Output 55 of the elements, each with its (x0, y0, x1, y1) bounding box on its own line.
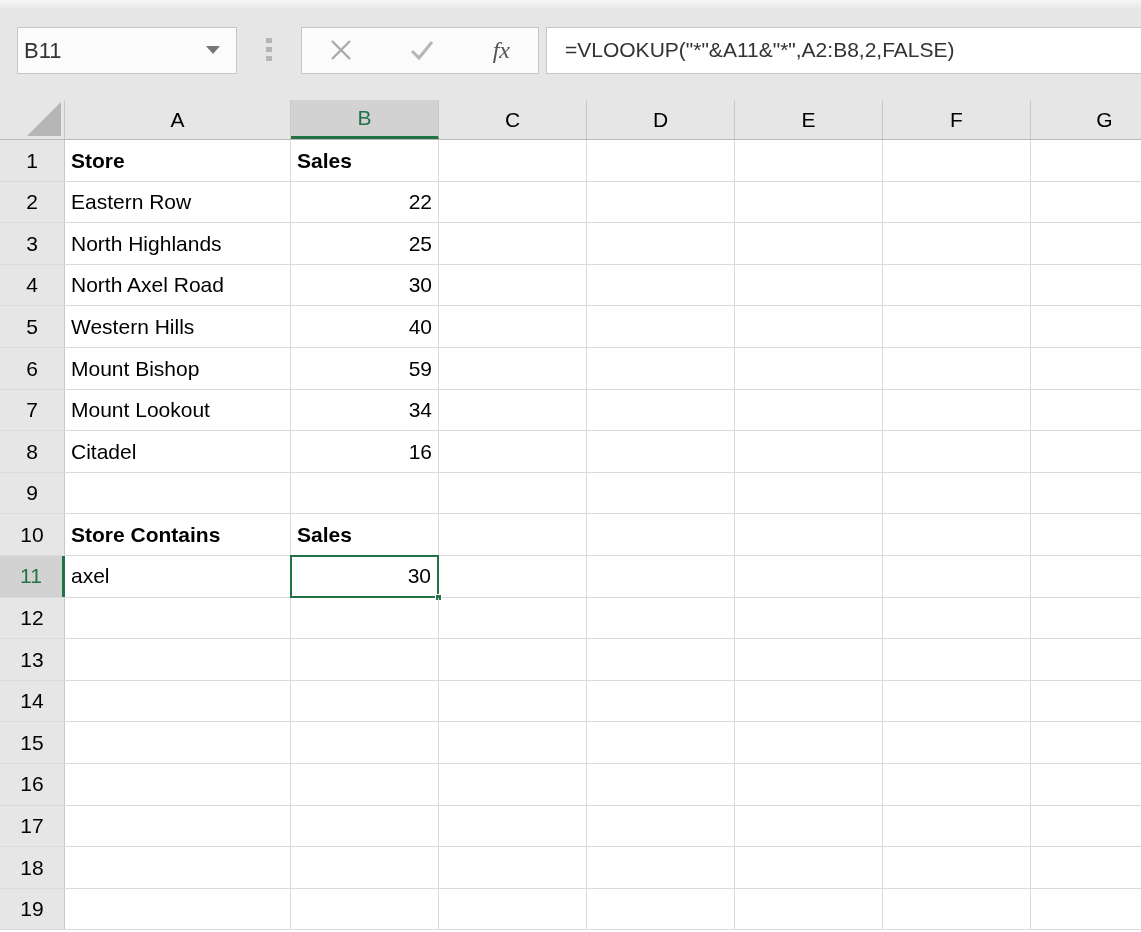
table-cell-text: axel (70, 563, 111, 590)
row-header[interactable]: 9 (0, 472, 65, 514)
fill-handle[interactable] (435, 593, 442, 601)
close-icon[interactable] (330, 39, 352, 61)
table-cell-text: Sales (296, 521, 353, 548)
row-header[interactable]: 4 (0, 264, 65, 306)
row-header[interactable]: 18 (0, 847, 65, 888)
row-header[interactable]: 13 (0, 639, 65, 680)
drag-handle-icon[interactable] (266, 38, 272, 62)
row-header[interactable]: 15 (0, 722, 65, 763)
table-cell-text: Western Hills (70, 313, 196, 340)
column-header[interactable]: E (735, 100, 883, 139)
column-header[interactable]: G (1031, 100, 1141, 139)
select-all-button[interactable] (27, 102, 61, 136)
row-header[interactable]: 7 (0, 389, 65, 431)
column-header[interactable]: C (439, 100, 587, 139)
column-header[interactable]: D (587, 100, 735, 139)
table-cell-text: Store (70, 147, 126, 174)
table-cell-text: Store Contains (70, 521, 222, 548)
table-cell-text: 59 (407, 355, 433, 382)
table-cell-text: 16 (407, 438, 433, 465)
column-header[interactable]: B (291, 100, 439, 139)
table-cell-text: 40 (407, 313, 433, 340)
row-header[interactable]: 17 (0, 805, 65, 847)
table-cell: 30 (290, 554, 439, 598)
row-header[interactable]: 16 (0, 763, 65, 805)
formula-input[interactable]: =VLOOKUP("*"&A11&"*",A2:B8,2,FALSE) (546, 26, 1141, 74)
row-header[interactable]: 14 (0, 680, 65, 722)
row-header[interactable]: 12 (0, 597, 65, 639)
row-header[interactable]: 1 (0, 140, 65, 181)
insert-function-button[interactable]: fx (492, 32, 510, 68)
table-cell-text: 34 (407, 397, 433, 424)
row-header[interactable]: 19 (0, 888, 65, 930)
column-header[interactable]: F (883, 100, 1031, 139)
row-header[interactable]: 6 (0, 347, 65, 389)
table-cell-text: 25 (407, 230, 433, 257)
table-cell-text: North Highlands (70, 230, 223, 257)
check-icon[interactable] (410, 40, 435, 60)
cell-reference: B11 (24, 36, 62, 65)
row-header[interactable]: 3 (0, 223, 65, 264)
table-cell-text: Sales (296, 147, 353, 174)
row-header[interactable]: 5 (0, 306, 65, 347)
row-header[interactable]: 11 (0, 555, 65, 597)
table-cell-text: Citadel (70, 438, 138, 465)
table-cell-text: 30 (407, 272, 433, 299)
row-header[interactable]: 8 (0, 431, 65, 472)
table-cell-text: Mount Lookout (70, 397, 211, 424)
table-cell-text: Eastern Row (70, 189, 193, 216)
table-cell-text: Mount Bishop (70, 355, 201, 382)
row-header[interactable]: 10 (0, 514, 65, 555)
caret-icon (206, 46, 220, 54)
table-cell-text: 22 (407, 189, 433, 216)
row-header[interactable]: 2 (0, 181, 65, 223)
name-box[interactable]: B11 (17, 26, 237, 74)
table-cell-text: North Axel Road (70, 272, 225, 299)
